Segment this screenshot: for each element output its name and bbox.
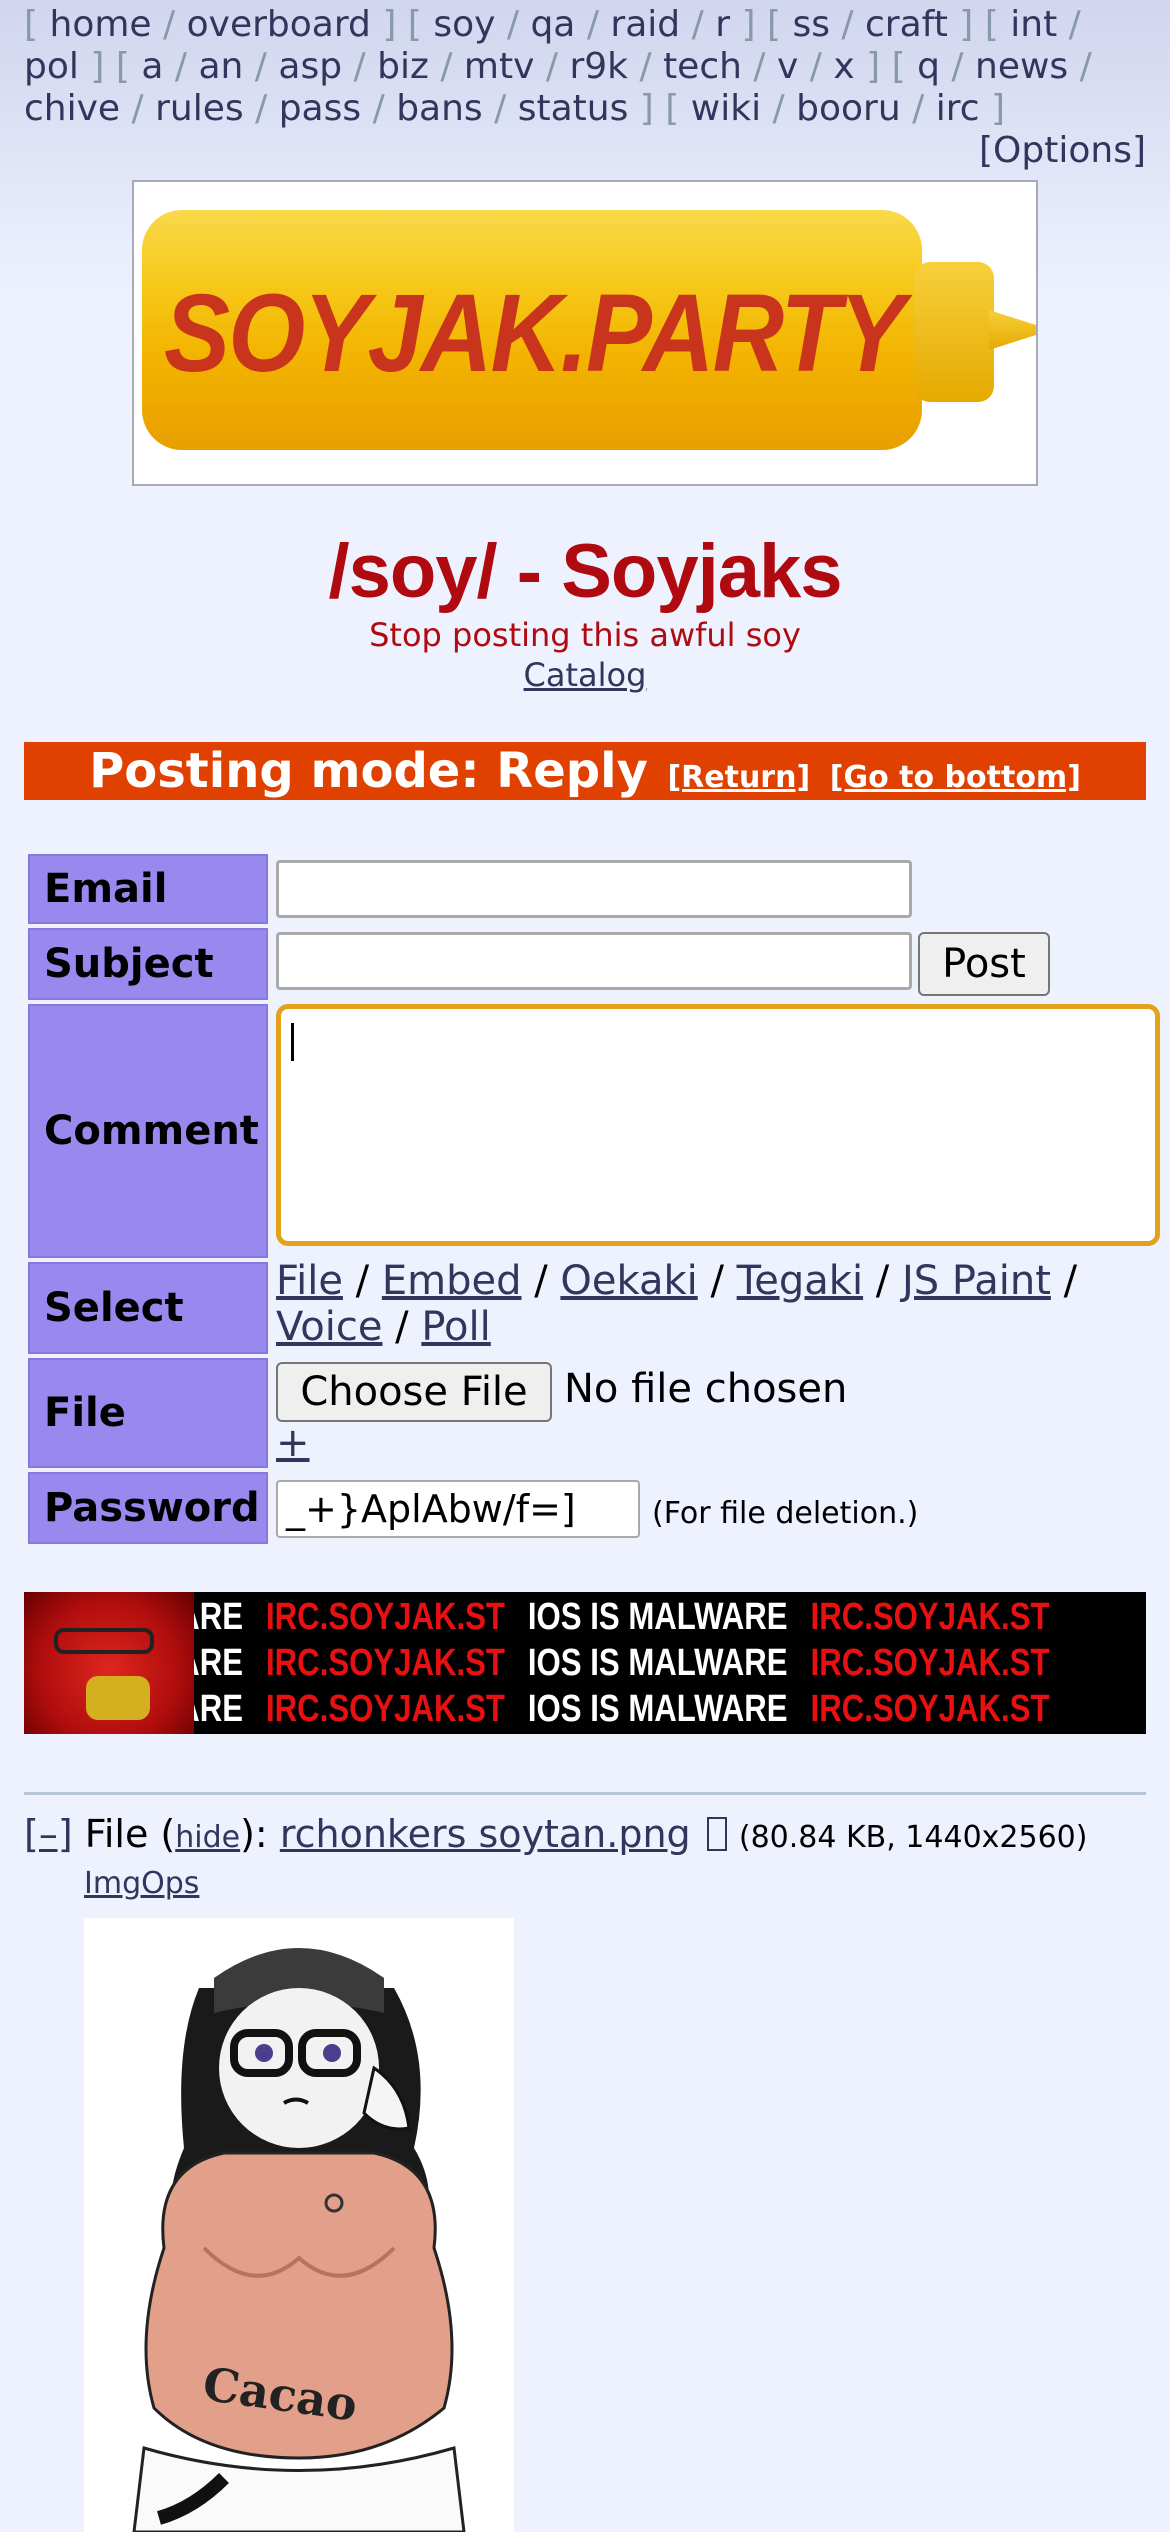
nav-link-pol[interactable]: pol — [24, 46, 79, 87]
select-poll-link[interactable]: Poll — [421, 1304, 490, 1350]
nav-link-news[interactable]: news — [975, 46, 1068, 87]
return-link[interactable]: [Return] — [667, 760, 810, 795]
mustard-bottle-cap — [914, 262, 994, 402]
board-subtitle: Stop posting this awful soy — [369, 616, 801, 654]
nav-link-r[interactable]: r — [715, 4, 730, 45]
soytan-drawing: Cacao — [84, 1918, 514, 2532]
nav-link-home[interactable]: home — [50, 4, 152, 45]
subject-field[interactable] — [276, 932, 912, 990]
board-list-row-3: chive / rules / pass / bans / status ] [… — [24, 88, 1006, 129]
nav-link-rules[interactable]: rules — [155, 88, 244, 129]
post-button[interactable]: Post — [918, 932, 1050, 996]
no-file-chosen-text: No file chosen — [564, 1366, 848, 1412]
nav-link-tech[interactable]: tech — [663, 46, 742, 87]
select-jspaint-link[interactable]: JS Paint — [902, 1258, 1051, 1304]
nav-link-chive[interactable]: chive — [24, 88, 120, 129]
nav-link-biz[interactable]: biz — [377, 46, 429, 87]
nav-link-craft[interactable]: craft — [865, 4, 948, 45]
select-mode-links: File / Embed / Oekaki / Tegaki / JS Pain… — [276, 1258, 1078, 1350]
banner-logo-text: SOYJAK.PARTY — [164, 272, 905, 395]
nav-link-status[interactable]: status — [518, 88, 629, 129]
thread-divider — [24, 1792, 1146, 1795]
select-oekaki-link[interactable]: Oekaki — [560, 1258, 697, 1304]
options-link[interactable]: [Options] — [979, 130, 1146, 171]
nav-link-r9k[interactable]: r9k — [569, 46, 628, 87]
post-image-thumbnail[interactable]: Cacao — [84, 1918, 514, 2532]
nav-link-asp[interactable]: asp — [278, 46, 342, 87]
email-label: Email — [28, 854, 268, 924]
nav-link-raid[interactable]: raid — [610, 4, 680, 45]
file-label: File — [28, 1358, 268, 1468]
site-banner[interactable]: SOYJAK.PARTY — [132, 180, 1038, 486]
angry-soyjak-face-icon — [24, 1592, 194, 1734]
nav-link-bans[interactable]: bans — [396, 88, 482, 129]
select-file-link[interactable]: File — [276, 1258, 343, 1304]
board-list-row-2: pol ] [ a / an / asp / biz / mtv / r9k /… — [24, 46, 1092, 87]
comment-label: Comment — [28, 1004, 268, 1258]
comment-textarea[interactable] — [276, 1004, 1160, 1246]
password-field[interactable]: _+}AplAbw/f=] — [276, 1480, 640, 1538]
nav-link-qa[interactable]: qa — [530, 4, 575, 45]
select-voice-link[interactable]: Voice — [276, 1304, 382, 1350]
nav-link-pass[interactable]: pass — [279, 88, 361, 129]
mustard-bottle-tip — [989, 310, 1036, 350]
choose-file-button[interactable]: Choose File — [276, 1362, 552, 1422]
unknown-glyph-icon — [706, 1817, 727, 1851]
imgops-link[interactable]: ImgOps — [84, 1866, 199, 1901]
posting-mode-bar: Posting mode: Reply [Return] [Go to bott… — [24, 742, 1146, 800]
posting-mode-label: Posting mode: Reply — [89, 743, 648, 799]
board-list-row-1: [ home / overboard ] [ soy / qa / raid /… — [24, 4, 1081, 45]
file-meta: (80.84 KB, 1440x2560) — [738, 1820, 1088, 1855]
collapse-file-toggle[interactable]: [–] — [24, 1812, 73, 1856]
file-name-link[interactable]: rchonkers soytan.png — [280, 1812, 691, 1856]
board-title: /soy/ - Soyjaks — [328, 529, 842, 614]
select-label: Select — [28, 1262, 268, 1354]
nav-link-x[interactable]: x — [833, 46, 854, 87]
file-label-text: File — [84, 1812, 149, 1856]
file-info-line: [–] File (hide): rchonkers soytan.png (8… — [24, 1812, 1088, 1856]
irc-ad-banner[interactable]: LWAREIRC.SOYJAK.STIOS IS MALWAREIRC.SOYJ… — [24, 1592, 1146, 1734]
password-note: (For file deletion.) — [652, 1496, 919, 1531]
select-embed-link[interactable]: Embed — [382, 1258, 522, 1304]
add-file-link[interactable]: + — [276, 1420, 310, 1466]
nav-link-q[interactable]: q — [917, 46, 940, 87]
board-list-nav: [ home / overboard ] [ soy / qa / raid /… — [24, 4, 1146, 130]
select-tegaki-link[interactable]: Tegaki — [737, 1258, 863, 1304]
catalog-link[interactable]: Catalog — [524, 656, 647, 694]
nav-link-an[interactable]: an — [198, 46, 243, 87]
nav-link-int[interactable]: int — [1010, 4, 1057, 45]
hide-file-link[interactable]: hide — [175, 1820, 240, 1855]
nav-link-a[interactable]: a — [141, 46, 163, 87]
password-label: Password — [28, 1472, 268, 1544]
text-caret — [291, 1023, 294, 1061]
nav-link-booru[interactable]: booru — [796, 88, 901, 129]
nav-link-wiki[interactable]: wiki — [691, 88, 761, 129]
nav-link-soy[interactable]: soy — [433, 4, 495, 45]
subject-label: Subject — [28, 928, 268, 1000]
nav-link-overboard[interactable]: overboard — [187, 4, 371, 45]
nav-link-ss[interactable]: ss — [792, 4, 830, 45]
email-field[interactable] — [276, 860, 912, 918]
nav-link-mtv[interactable]: mtv — [464, 46, 535, 87]
go-to-bottom-link[interactable]: [Go to bottom] — [830, 760, 1081, 795]
nav-link-irc[interactable]: irc — [936, 88, 980, 129]
nav-link-v[interactable]: v — [777, 46, 798, 87]
